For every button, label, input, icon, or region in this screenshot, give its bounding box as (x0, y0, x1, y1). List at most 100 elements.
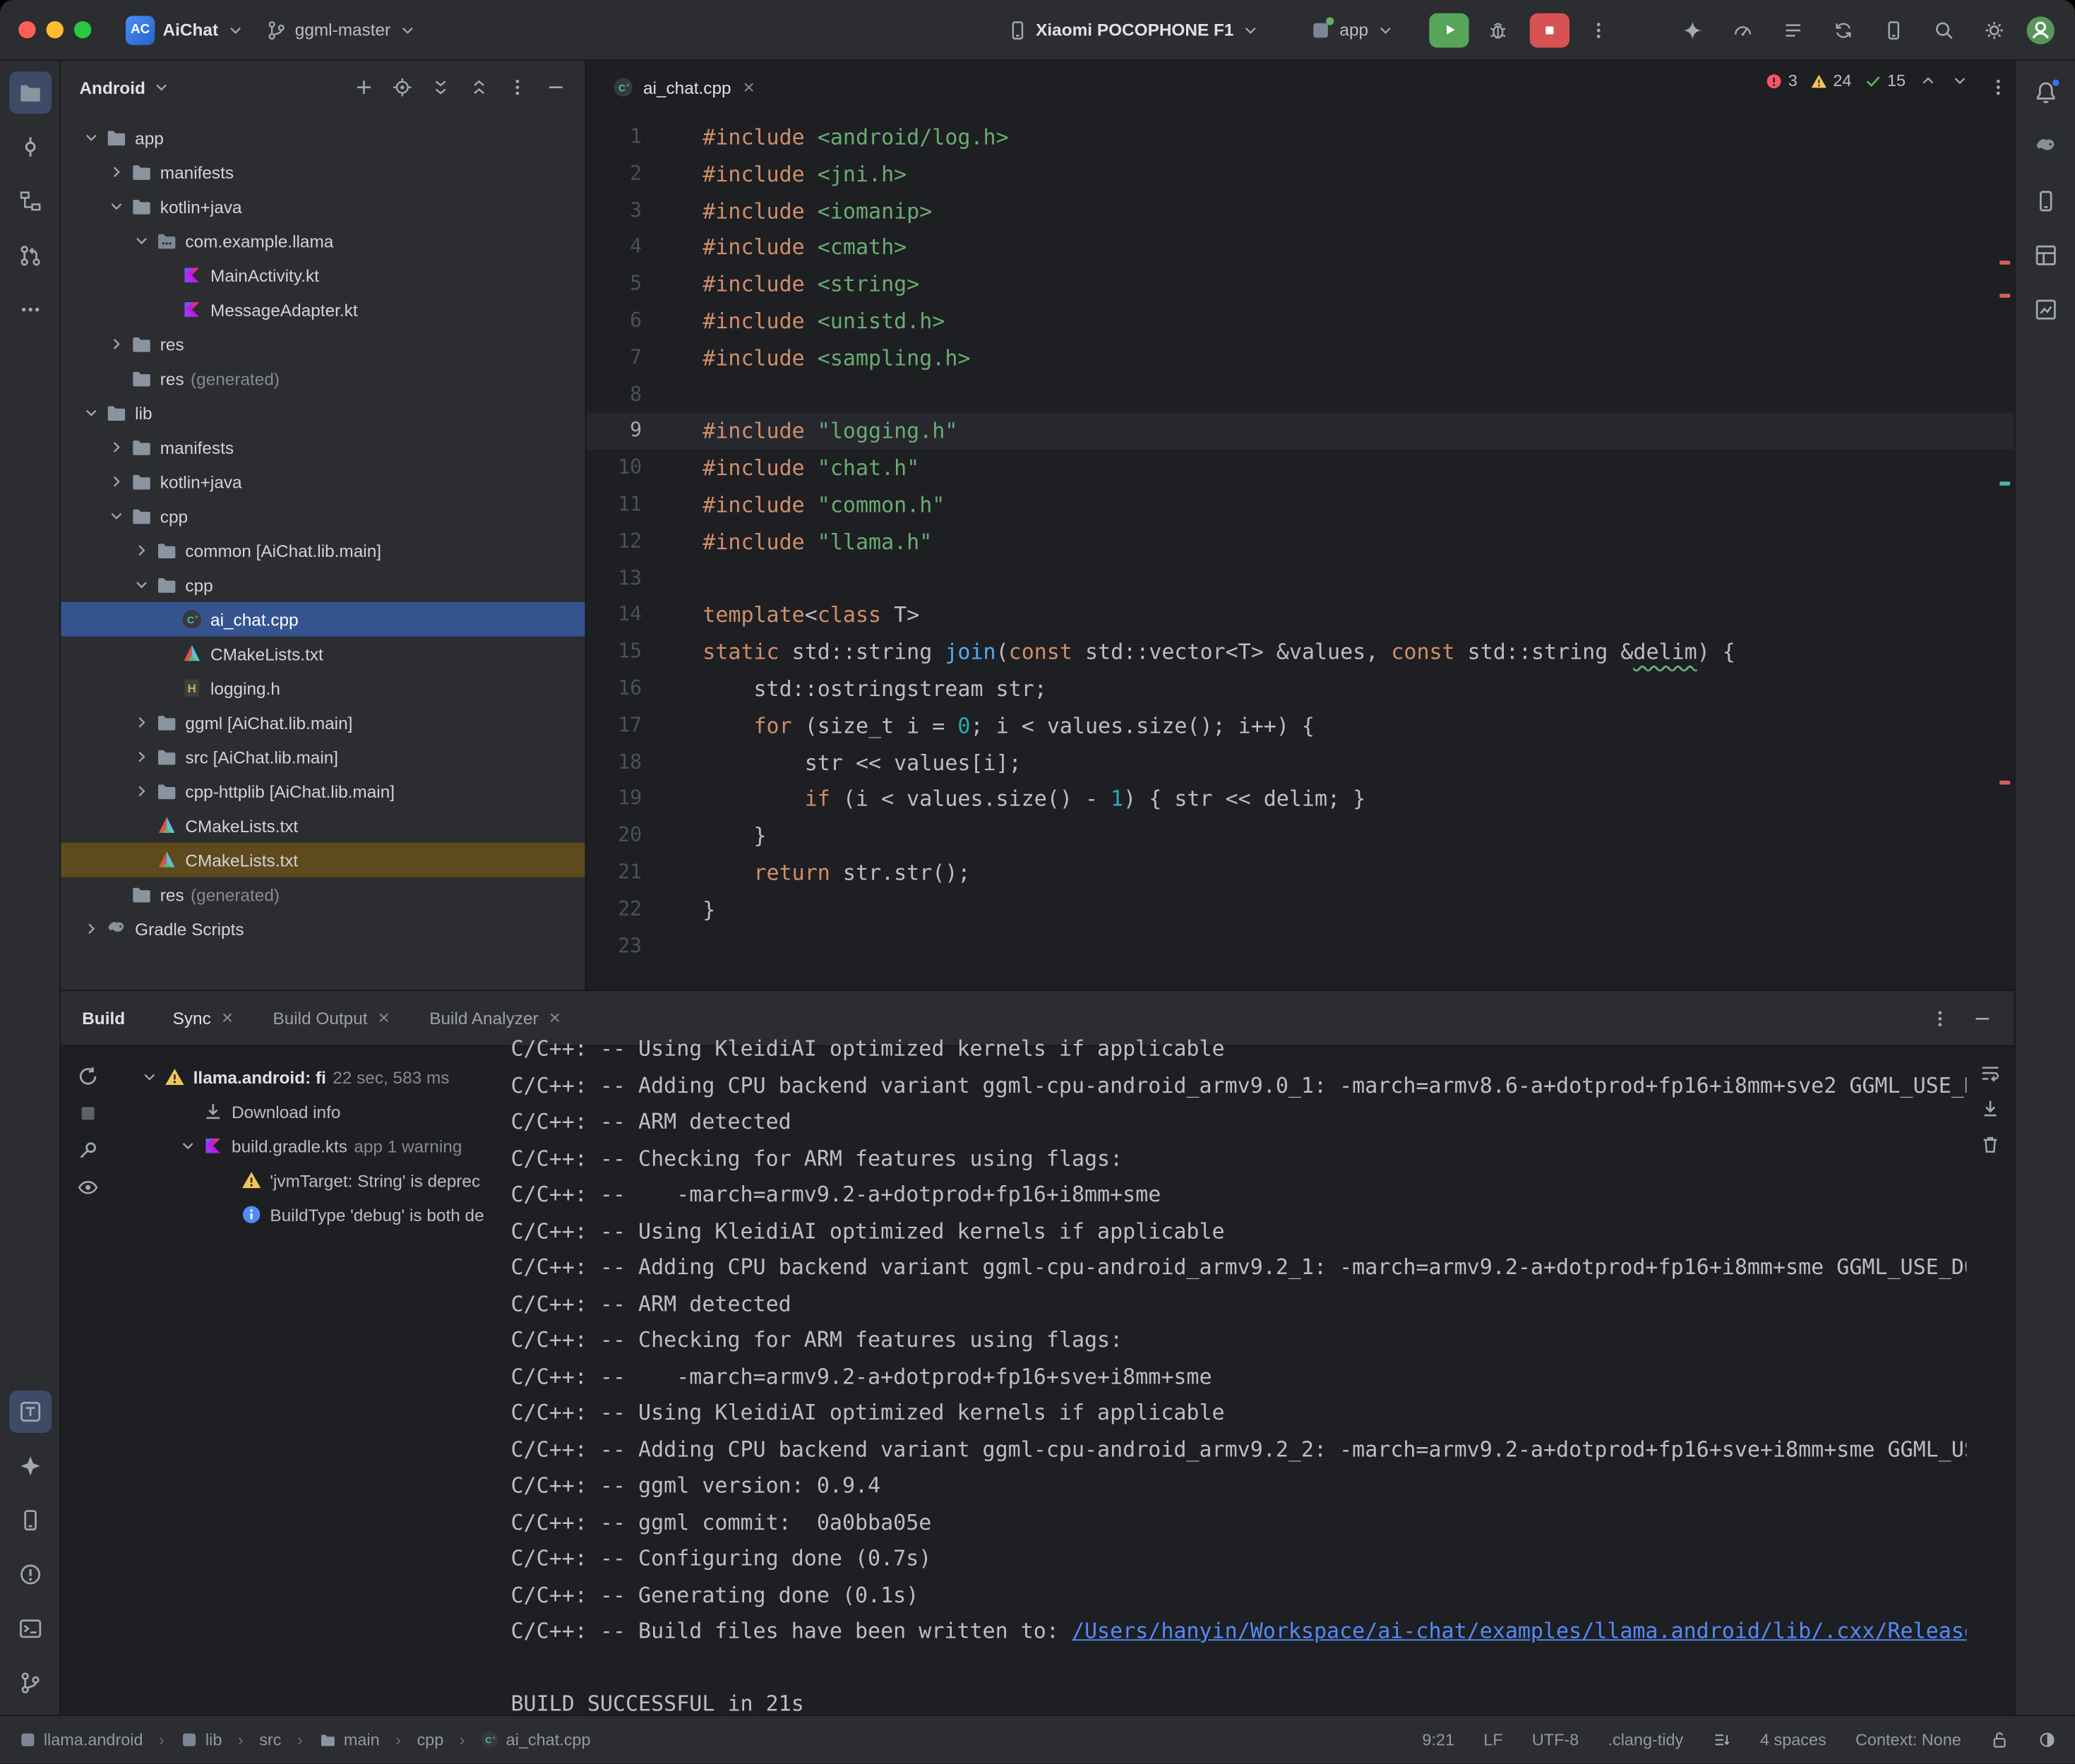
tree-item-gradle-scripts[interactable]: Gradle Scripts (61, 911, 585, 946)
error-count[interactable]: 3 (1766, 71, 1798, 90)
user-avatar[interactable] (2022, 13, 2059, 47)
settings-icon[interactable] (1977, 13, 2011, 47)
project-tool-icon[interactable] (8, 71, 51, 114)
warning-count[interactable]: 24 (1810, 71, 1851, 90)
run-options-icon[interactable] (1580, 13, 1617, 47)
format-tool-icon[interactable] (8, 1391, 51, 1433)
build-tree-item-jvmtarget-string-is-deprec[interactable]: 'jvmTarget: String' is deprec (114, 1163, 503, 1198)
build-tree-item-build-gradle-kts[interactable]: build.gradle.ktsapp 1 warning (114, 1129, 503, 1163)
project-selector[interactable]: AC AiChat (115, 10, 255, 49)
passed-count[interactable]: 15 (1865, 71, 1906, 90)
logcat-icon[interactable] (1776, 13, 1810, 47)
chevron-right-icon[interactable] (130, 713, 154, 731)
search-icon[interactable] (1927, 13, 1961, 47)
tab-build-output[interactable]: Build Output× (260, 990, 406, 1046)
code-line-1[interactable]: #include <android/log.h> (695, 119, 2014, 156)
terminal-tool-icon[interactable] (8, 1607, 51, 1650)
sync-project-icon[interactable] (1826, 13, 1861, 47)
chevron-right-icon[interactable] (104, 335, 128, 353)
build-tool-title[interactable]: Build (82, 1008, 125, 1028)
hide-panel-icon[interactable] (540, 71, 572, 103)
code-line-4[interactable]: #include <cmath> (695, 229, 2014, 266)
build-console[interactable]: C/C++: -- Using KleidiAI optimized kerne… (503, 1031, 1966, 1715)
tab-ai-chat-cpp[interactable]: C+ ai_chat.cpp × (599, 61, 770, 114)
tree-item-res[interactable]: res (61, 327, 585, 361)
breadcrumb-lib[interactable]: lib (180, 1731, 222, 1749)
breadcrumb-main[interactable]: main (318, 1731, 379, 1749)
cursor-position[interactable]: 9:21 (1422, 1731, 1454, 1749)
code-line-22[interactable]: } (695, 892, 2014, 928)
chevron-right-icon[interactable] (79, 920, 103, 938)
zoom-window-button[interactable] (74, 21, 91, 38)
chevron-right-icon[interactable] (104, 438, 128, 456)
tree-item-messageadapter-kt[interactable]: MessageAdapter.kt (61, 292, 585, 327)
breadcrumb[interactable]: llama.android›lib›src›main›cpp›C+ai_chat… (18, 1731, 590, 1749)
chevron-down-icon[interactable] (104, 507, 128, 525)
code-line-3[interactable]: #include <iomanip> (695, 193, 2014, 229)
tree-item-kotlin-java[interactable]: kotlin+java (61, 464, 585, 499)
run-button[interactable] (1429, 13, 1469, 47)
gemini-icon[interactable] (1675, 13, 1710, 47)
gemini-tool-icon[interactable] (8, 1445, 51, 1487)
tree-item-cpp[interactable]: cpp (61, 499, 585, 534)
stop-build-icon[interactable] (76, 1102, 99, 1124)
chevron-right-icon[interactable] (104, 472, 128, 491)
notifications-bell-icon[interactable] (2024, 71, 2067, 114)
chevron-down-icon[interactable] (176, 1136, 200, 1155)
code-line-5[interactable]: #include <string> (695, 266, 2014, 303)
code-editor[interactable]: 1234567891011121314151617181920212223 #i… (586, 114, 2014, 990)
code-line-20[interactable]: } (695, 818, 2014, 855)
branch-selector[interactable]: ggml-master (256, 14, 428, 46)
breadcrumb-cpp[interactable]: cpp (417, 1731, 443, 1749)
chevron-down-icon[interactable] (138, 1068, 162, 1086)
debug-button[interactable] (1480, 13, 1517, 47)
line-separator[interactable]: LF (1483, 1731, 1502, 1749)
file-lock-icon[interactable] (1990, 1731, 2009, 1749)
code-line-23[interactable] (695, 928, 2014, 965)
expand-all-icon[interactable] (425, 71, 457, 103)
profiler-icon[interactable] (1726, 13, 1760, 47)
collapse-all-icon[interactable] (463, 71, 495, 103)
soft-wrap-icon[interactable] (1980, 1062, 2001, 1084)
editor-scrollbar[interactable] (1999, 61, 2010, 990)
code-line-12[interactable]: #include "llama.h" (695, 524, 2014, 560)
pin-tab-icon[interactable] (76, 1139, 99, 1162)
code-line-15[interactable]: static std::string join(const std::vecto… (695, 634, 2014, 671)
breadcrumb-llama-android[interactable]: llama.android (18, 1731, 143, 1749)
chevron-down-icon[interactable] (104, 197, 128, 215)
tree-item-cmakelists-txt[interactable]: CMakeLists.txt (61, 808, 585, 843)
inspections-widget[interactable]: 3 24 15 (1766, 71, 1969, 90)
chevron-right-icon[interactable] (104, 163, 128, 181)
problems-tool-icon[interactable] (8, 1553, 51, 1595)
tab-sync[interactable]: Sync× (160, 990, 249, 1046)
layout-inspector-tool-icon[interactable] (2024, 234, 2067, 277)
more-tool-windows-icon[interactable] (8, 289, 51, 331)
build-output-link[interactable]: /Users/hanyin/Workspace/ai-chat/examples… (1072, 1618, 1966, 1643)
tree-item-res[interactable]: res(generated) (61, 877, 585, 912)
build-options-icon[interactable] (1924, 1002, 1956, 1034)
scroll-to-end-icon[interactable] (1980, 1098, 2001, 1120)
tree-item-cpp[interactable]: cpp (61, 568, 585, 602)
stop-button[interactable] (1530, 13, 1569, 47)
code-line-14[interactable]: template<class T> (695, 597, 2014, 634)
chevron-right-icon[interactable] (130, 748, 154, 766)
code-line-6[interactable]: #include <unistd.h> (695, 303, 2014, 340)
add-icon[interactable] (348, 71, 380, 103)
tree-item-cmakelists-txt[interactable]: CMakeLists.txt (61, 843, 585, 877)
scrollbar-mark[interactable] (1999, 481, 2010, 486)
code-line-10[interactable]: #include "chat.h" (695, 450, 2014, 487)
locate-file-icon[interactable] (386, 71, 418, 103)
highlighting-level-icon[interactable] (2038, 1731, 2057, 1749)
code-line-13[interactable] (695, 560, 2014, 597)
code-line-18[interactable]: str << values[i]; (695, 744, 2014, 781)
app-insights-tool-icon[interactable] (2024, 289, 2067, 331)
tree-item-manifests[interactable]: manifests (61, 155, 585, 189)
clear-all-icon[interactable] (1980, 1134, 2001, 1155)
close-window-button[interactable] (18, 21, 35, 38)
close-icon[interactable]: × (546, 1008, 563, 1028)
pull-requests-tool-icon[interactable] (8, 234, 51, 277)
close-icon[interactable]: × (219, 1008, 236, 1028)
chevron-right-icon[interactable] (130, 782, 154, 800)
panel-options-icon[interactable] (501, 71, 533, 103)
tree-item-cpp-httplib-aichat-lib-main[interactable]: cpp-httplib [AiChat.lib.main] (61, 774, 585, 809)
